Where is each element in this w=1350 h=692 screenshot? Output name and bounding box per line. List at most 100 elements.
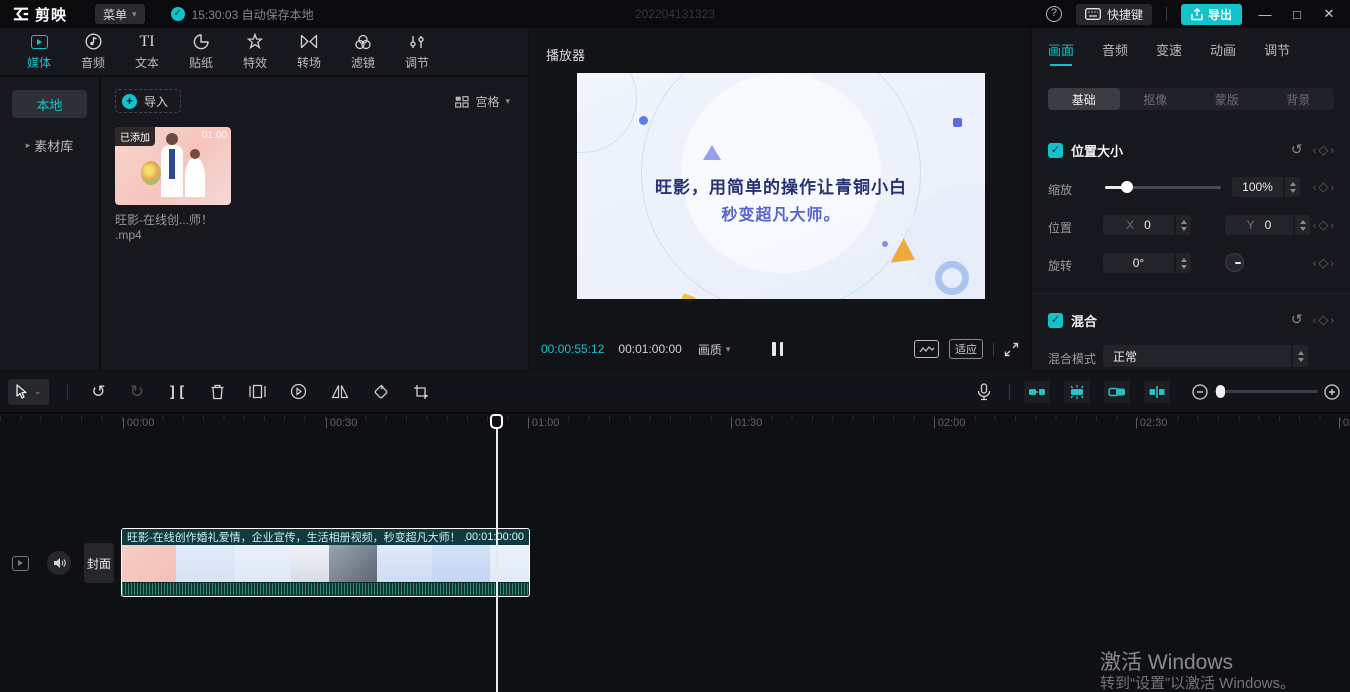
scale-stepper[interactable] xyxy=(1285,177,1300,197)
effects-icon xyxy=(246,33,264,51)
fullscreen-icon[interactable] xyxy=(1004,342,1019,357)
keyframe-diamond-icon: ◇ xyxy=(1318,142,1330,157)
position-x-stepper[interactable] xyxy=(1176,215,1191,235)
track-type-icon[interactable] xyxy=(12,556,29,571)
tab-media[interactable]: 媒体 xyxy=(12,28,66,75)
rotate-button[interactable] xyxy=(373,384,389,400)
mute-track-button[interactable] xyxy=(47,551,71,575)
checkbox-checked-icon[interactable]: ✓ xyxy=(1048,313,1063,328)
rotate-stepper[interactable] xyxy=(1176,253,1191,273)
scale-slider[interactable] xyxy=(1105,186,1221,189)
menu-button[interactable]: 菜单 ▾ xyxy=(95,4,145,24)
playhead-handle[interactable] xyxy=(490,414,503,429)
rotate-value-field[interactable]: 0° xyxy=(1103,253,1174,273)
pause-button[interactable] xyxy=(772,342,783,356)
quality-select[interactable]: 画质 ▾ xyxy=(698,341,731,358)
timeline-area[interactable]: 00:00 00:30 01:00 01:30 02:00 02:30 03:0… xyxy=(0,414,1350,692)
tab-adjustment[interactable]: 调节 xyxy=(1264,40,1290,59)
ruler-label: 00:00 xyxy=(122,417,154,429)
inspector-subtabs: 基础 抠像 蒙版 背景 xyxy=(1048,88,1334,110)
freeze-frame-button[interactable] xyxy=(249,384,266,399)
tab-animation[interactable]: 动画 xyxy=(1210,40,1236,59)
player-panel: 播放器 旺影，用简单的操作让青铜小白 秒变超凡大师。 00:00:55:12 0… xyxy=(529,28,1031,370)
position-y-field[interactable]: Y 0 xyxy=(1225,215,1293,235)
tab-audio[interactable]: 音频 xyxy=(66,28,120,75)
current-time: 00:00:55:12 xyxy=(541,342,604,356)
tab-picture[interactable]: 画面 xyxy=(1048,40,1074,59)
select-tool-button[interactable]: ⌄ xyxy=(8,379,49,405)
subtab-basic[interactable]: 基础 xyxy=(1048,88,1120,110)
zoom-slider-knob[interactable] xyxy=(1216,385,1225,398)
media-item-duration: 01:00 xyxy=(202,130,227,141)
tab-speed[interactable]: 变速 xyxy=(1156,40,1182,59)
zoom-slider[interactable] xyxy=(1214,390,1318,393)
blend-mode-select[interactable]: 正常 xyxy=(1103,345,1291,367)
record-voice-button[interactable] xyxy=(977,383,991,401)
app-logo: 剪映 xyxy=(12,4,67,25)
keyframe-control[interactable]: ‹◇› xyxy=(1313,142,1336,158)
shortcut-button[interactable]: 快捷键 xyxy=(1076,4,1152,25)
position-keyframe[interactable]: ‹◇› xyxy=(1313,217,1336,233)
view-mode-select[interactable]: 宫格 ▾ xyxy=(455,93,510,110)
media-icon xyxy=(31,35,48,49)
scale-value-field[interactable]: 100% xyxy=(1232,177,1283,197)
undo-button[interactable]: ↺ xyxy=(92,382,106,402)
tab-effects[interactable]: 特效 xyxy=(228,28,282,75)
checkbox-checked-icon[interactable]: ✓ xyxy=(1048,143,1063,158)
minimize-button[interactable]: — xyxy=(1256,7,1274,22)
reverse-button[interactable] xyxy=(290,383,307,400)
sidebar-item-local[interactable]: 本地 xyxy=(12,90,87,118)
import-button[interactable]: + 导入 xyxy=(115,89,181,113)
linkage-toggle[interactable] xyxy=(1104,381,1130,403)
blend-tools: ↺ ‹◇› xyxy=(1291,311,1336,328)
reset-icon[interactable]: ↺ xyxy=(1291,311,1303,328)
delete-button[interactable] xyxy=(210,384,225,400)
video-preview[interactable]: 旺影，用简单的操作让青铜小白 秒变超凡大师。 xyxy=(577,73,985,299)
tab-audio-settings[interactable]: 音频 xyxy=(1102,40,1128,59)
auto-snap-toggle[interactable] xyxy=(1064,381,1090,403)
rotate-dial[interactable] xyxy=(1225,253,1244,272)
preview-quality-icon[interactable] xyxy=(914,340,939,358)
video-clip[interactable]: 旺影-在线创作婚礼爱情，企业宣传，生活相册视频，秒变超凡大师！ .mp4 00:… xyxy=(121,528,530,597)
timeline-ruler[interactable]: 00:00 00:30 01:00 01:30 02:00 02:30 03:0… xyxy=(0,414,1350,434)
scale-keyframe[interactable]: ‹◇› xyxy=(1313,179,1336,195)
position-x-field[interactable]: X 0 xyxy=(1103,215,1174,235)
crop-button[interactable] xyxy=(413,384,429,400)
media-item-thumbnail[interactable]: 已添加 01:00 xyxy=(115,127,231,205)
chevron-down-icon: ▾ xyxy=(132,9,137,20)
zoom-in-icon[interactable] xyxy=(1324,384,1340,400)
slider-knob[interactable] xyxy=(1121,181,1133,193)
tab-filters[interactable]: 滤镜 xyxy=(336,28,390,75)
cover-button[interactable]: 封面 xyxy=(84,543,114,583)
export-button[interactable]: 导出 xyxy=(1181,4,1242,25)
playhead-line[interactable] xyxy=(496,414,498,692)
app-name: 剪映 xyxy=(35,4,67,25)
subtab-cutout[interactable]: 抠像 xyxy=(1120,88,1192,110)
sidebar-item-library[interactable]: ▸ 素材库 xyxy=(12,131,87,159)
tab-text[interactable]: TI 文本 xyxy=(120,28,174,75)
reset-icon[interactable]: ↺ xyxy=(1291,141,1303,158)
subtab-mask[interactable]: 蒙版 xyxy=(1191,88,1263,110)
subtab-background[interactable]: 背景 xyxy=(1263,88,1335,110)
maximize-button[interactable]: □ xyxy=(1288,7,1306,22)
blend-mode-stepper[interactable] xyxy=(1293,345,1308,367)
blend-keyframe[interactable]: ‹◇› xyxy=(1313,312,1336,328)
split-button[interactable]: ][ xyxy=(168,383,186,401)
tab-adjust[interactable]: 调节 xyxy=(390,28,444,75)
position-y-stepper[interactable] xyxy=(1295,215,1310,235)
ribbon-tabs: 媒体 音频 TI 文本 贴纸 特效 转场 滤镜 调节 xyxy=(0,28,528,76)
main-track-magnet-toggle[interactable] xyxy=(1024,381,1050,403)
inspector-tabs: 画面 音频 变速 动画 调节 xyxy=(1032,28,1350,59)
tab-transitions[interactable]: 转场 xyxy=(282,28,336,75)
mirror-button[interactable] xyxy=(331,384,349,399)
zoom-out-icon[interactable] xyxy=(1192,384,1208,400)
position-label: 位置 xyxy=(1048,219,1072,236)
fit-select[interactable]: 适应 xyxy=(949,339,983,359)
help-icon[interactable]: ? xyxy=(1046,6,1062,22)
close-button[interactable]: ✕ xyxy=(1320,6,1338,22)
rotate-keyframe[interactable]: ‹◇› xyxy=(1313,255,1336,271)
redo-button[interactable]: ↻ xyxy=(130,382,144,402)
preview-axis-toggle[interactable] xyxy=(1144,381,1170,403)
speaker-icon xyxy=(53,557,66,569)
tab-stickers[interactable]: 贴纸 xyxy=(174,28,228,75)
